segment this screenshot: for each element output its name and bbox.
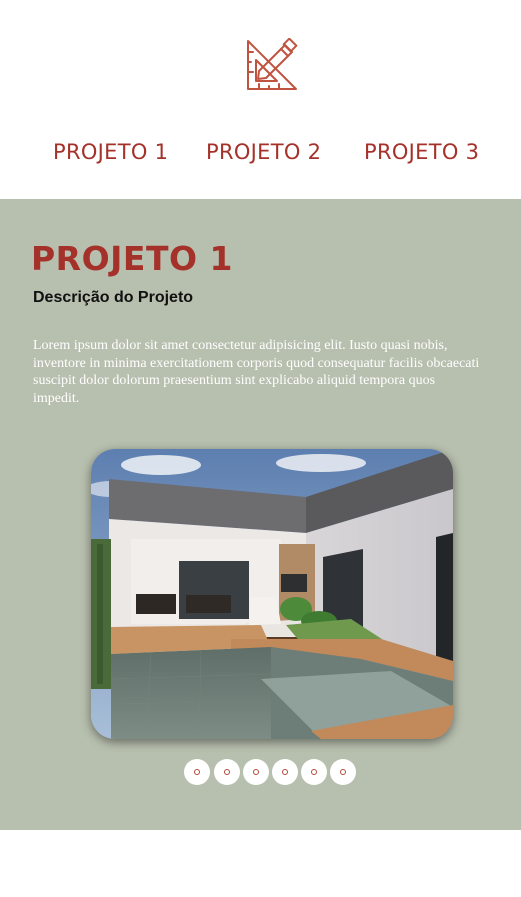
carousel-dot-6[interactable] — [330, 759, 356, 785]
carousel-dots — [184, 759, 360, 785]
nav-item-projeto-3[interactable]: PROJETO 3 — [364, 140, 479, 164]
project-section: PROJETO 1 Descrição do Projeto Lorem ips… — [0, 199, 521, 830]
carousel-dot-2[interactable] — [214, 759, 240, 785]
site-header: PROJETO 1 PROJETO 2 PROJETO 3 — [0, 0, 521, 199]
nav-item-projeto-2[interactable]: PROJETO 2 — [206, 140, 321, 164]
carousel-dot-1[interactable] — [184, 759, 210, 785]
project-subtitle: Descrição do Projeto — [33, 289, 194, 306]
main-nav: PROJETO 1 PROJETO 2 PROJETO 3 — [0, 140, 521, 170]
carousel-dot-3[interactable] — [243, 759, 269, 785]
carousel-dot-4[interactable] — [272, 759, 298, 785]
triangle-ruler-pencil-icon[interactable] — [245, 37, 299, 92]
nav-item-projeto-1[interactable]: PROJETO 1 — [53, 140, 168, 164]
project-image[interactable] — [91, 449, 453, 739]
project-description: Lorem ipsum dolor sit amet consectetur a… — [33, 338, 480, 406]
carousel-dot-5[interactable] — [301, 759, 327, 785]
project-title: PROJETO 1 — [31, 239, 233, 278]
